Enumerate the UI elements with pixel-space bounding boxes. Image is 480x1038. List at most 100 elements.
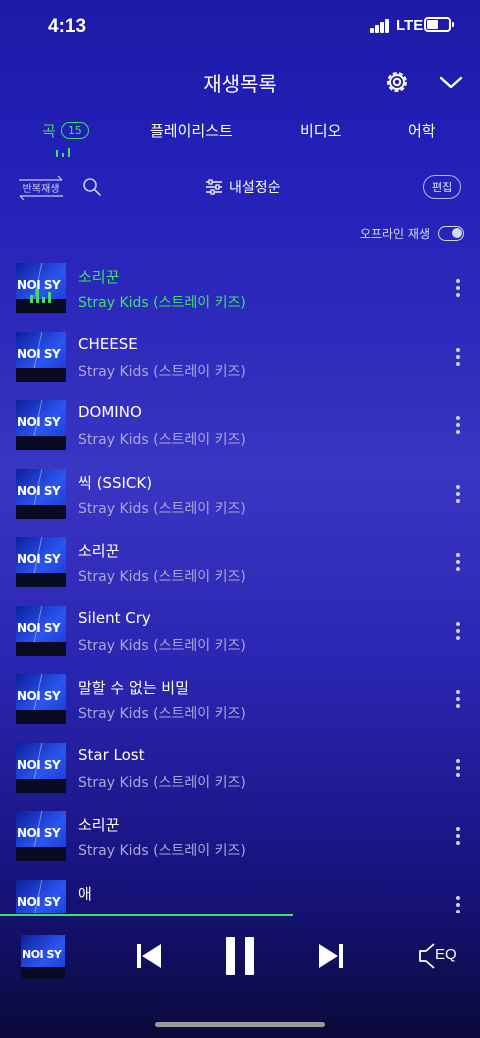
cover-skyline bbox=[16, 436, 66, 450]
album-cover-text: NOI SY bbox=[17, 689, 61, 703]
song-row[interactable]: NOI SY 소리꾼 Stray Kids (스트레이 키즈) bbox=[0, 801, 480, 869]
tab-song[interactable]: 곡 15 bbox=[42, 120, 89, 141]
mini-player: NOI SY EQ bbox=[0, 916, 480, 1000]
tab-song-count: 15 bbox=[60, 122, 89, 139]
equalizer-button[interactable]: EQ bbox=[418, 942, 460, 970]
cover-skyline bbox=[16, 710, 66, 724]
song-row[interactable]: NOI SY 소리꾼 Stray Kids (스트레이 키즈) bbox=[0, 253, 480, 321]
song-title: CHEESE bbox=[78, 334, 138, 353]
offline-play-toggle[interactable] bbox=[438, 226, 464, 241]
status-bar: 4:13 LTE bbox=[0, 0, 480, 54]
now-playing-cover[interactable]: NOI SY bbox=[21, 935, 65, 979]
album-cover-text: NOI SY bbox=[17, 483, 61, 498]
sort-label: 내설정순 bbox=[229, 180, 281, 196]
song-row[interactable]: NOI SY 말할 수 없는 비밀 Stray Kids (스트레이 키즈) bbox=[0, 664, 480, 732]
equalizer-label: EQ bbox=[435, 946, 457, 963]
song-title: 소리꾼 bbox=[78, 268, 120, 286]
album-cover-text: NOI SY bbox=[17, 415, 61, 429]
more-options-icon[interactable] bbox=[452, 484, 464, 503]
album-cover: NOI SY bbox=[16, 605, 66, 656]
song-artist: Stray Kids (스트레이 키즈) bbox=[78, 706, 246, 722]
tab-video[interactable]: 비디오 bbox=[300, 120, 341, 141]
previous-track-icon[interactable] bbox=[134, 941, 164, 971]
song-row[interactable]: NOI SY Star Lost Stray Kids (스트레이 키즈) bbox=[0, 733, 480, 801]
tab-playlist[interactable]: 플레이리스트 bbox=[150, 120, 233, 141]
more-options-icon[interactable] bbox=[452, 553, 464, 571]
tab-song-label: 곡 bbox=[42, 122, 56, 140]
song-artist: Stray Kids (스트레이 키즈) bbox=[78, 569, 246, 585]
album-cover: NOI SY bbox=[16, 674, 66, 724]
pause-icon[interactable] bbox=[223, 936, 257, 976]
list-toolbar: 반복재생 내설정순 편집 bbox=[0, 168, 480, 208]
status-time: 4:13 bbox=[48, 16, 87, 37]
song-row[interactable]: NOI SY 소리꾼 Stray Kids (스트레이 키즈) bbox=[0, 527, 480, 595]
active-tab-equalizer-icon bbox=[56, 147, 70, 157]
tab-bar: 곡 15 플레이리스트 비디오 어학 bbox=[0, 112, 480, 160]
album-cover: NOI SY bbox=[16, 811, 66, 861]
album-cover: NOI SY bbox=[16, 331, 66, 382]
more-options-icon[interactable] bbox=[452, 347, 464, 366]
more-options-icon[interactable] bbox=[452, 621, 464, 640]
song-title: 씩 (SSICK) bbox=[78, 473, 153, 492]
album-cover-text: NOI SY bbox=[17, 826, 61, 840]
song-artist: Stray Kids (스트레이 키즈) bbox=[78, 637, 246, 654]
song-title: 소리꾼 bbox=[78, 816, 120, 834]
song-title: DOMINO bbox=[78, 403, 142, 421]
repeat-button[interactable]: 반복재생 bbox=[16, 173, 66, 203]
album-cover: NOI SY bbox=[16, 263, 66, 313]
speaker-icon bbox=[419, 943, 435, 969]
song-artist: Stray Kids (스트레이 키즈) bbox=[78, 363, 246, 380]
now-playing-equalizer-icon bbox=[30, 285, 52, 303]
song-row[interactable]: NOI SY 씩 (SSICK) Stray Kids (스트레이 키즈) bbox=[0, 459, 480, 527]
more-options-icon[interactable] bbox=[452, 690, 464, 708]
repeat-label: 반복재생 bbox=[22, 184, 60, 195]
song-row[interactable]: NOI SY CHEESE Stray Kids (스트레이 키즈) bbox=[0, 322, 480, 390]
more-options-icon[interactable] bbox=[452, 827, 464, 845]
song-list: NOI SY 소리꾼 Stray Kids (스트레이 키즈) NOI SY CHEES… bbox=[0, 253, 480, 913]
album-cover: NOI SY bbox=[16, 879, 66, 913]
album-cover-text: NOI SY bbox=[17, 552, 61, 566]
album-cover: NOI SY bbox=[16, 400, 66, 450]
song-title: 말할 수 없는 비밀 bbox=[78, 679, 189, 697]
battery-icon bbox=[424, 17, 454, 32]
header: 재생목록 bbox=[0, 54, 480, 108]
chevron-down-icon[interactable] bbox=[437, 68, 465, 96]
song-row[interactable]: NOI SY DOMINO Stray Kids (스트레이 키즈) bbox=[0, 390, 480, 458]
song-row[interactable]: NOI SY Silent Cry Stray Kids (스트레이 키즈) bbox=[0, 596, 480, 664]
more-options-icon[interactable] bbox=[452, 758, 464, 777]
cover-skyline bbox=[16, 641, 66, 656]
more-options-icon[interactable] bbox=[452, 279, 464, 297]
tab-language[interactable]: 어학 bbox=[408, 120, 436, 141]
album-cover: NOI SY bbox=[16, 468, 66, 519]
song-artist: Stray Kids (스트레이 키즈) bbox=[78, 774, 246, 791]
gear-icon[interactable] bbox=[383, 68, 411, 96]
more-options-icon[interactable] bbox=[452, 895, 464, 913]
cover-skyline bbox=[16, 367, 66, 382]
album-cover-text: NOI SY bbox=[17, 620, 61, 635]
sort-button[interactable]: 내설정순 bbox=[205, 177, 281, 197]
edit-button[interactable]: 편집 bbox=[423, 175, 462, 199]
album-cover-text: NOI SY bbox=[17, 757, 61, 772]
sort-filter-icon bbox=[206, 179, 222, 195]
offline-play-toggle-row: 오프라인 재생 bbox=[360, 225, 464, 242]
offline-play-label: 오프라인 재생 bbox=[359, 227, 430, 241]
song-title: Silent Cry bbox=[78, 608, 151, 627]
cover-skyline bbox=[16, 573, 66, 587]
album-cover-text: NOI SY bbox=[17, 346, 61, 361]
more-options-icon[interactable] bbox=[452, 416, 464, 434]
song-title: Star Lost bbox=[78, 745, 145, 764]
album-cover: NOI SY bbox=[16, 742, 66, 793]
song-artist: Stray Kids (스트레이 키즈) bbox=[78, 432, 246, 448]
song-row[interactable]: NOI SY 애 bbox=[0, 870, 480, 913]
search-icon[interactable] bbox=[82, 177, 102, 197]
network-label: LTE bbox=[396, 17, 424, 34]
cover-skyline bbox=[21, 967, 65, 979]
album-cover: NOI SY bbox=[16, 537, 66, 587]
cover-skyline bbox=[16, 504, 66, 519]
song-artist: Stray Kids (스트레이 키즈) bbox=[78, 500, 246, 517]
song-title: 애 bbox=[78, 884, 92, 903]
home-indicator[interactable] bbox=[155, 1022, 325, 1027]
album-cover-text: NOI SY bbox=[17, 894, 61, 909]
next-track-icon[interactable] bbox=[316, 941, 346, 971]
song-artist: Stray Kids (스트레이 키즈) bbox=[78, 295, 246, 311]
